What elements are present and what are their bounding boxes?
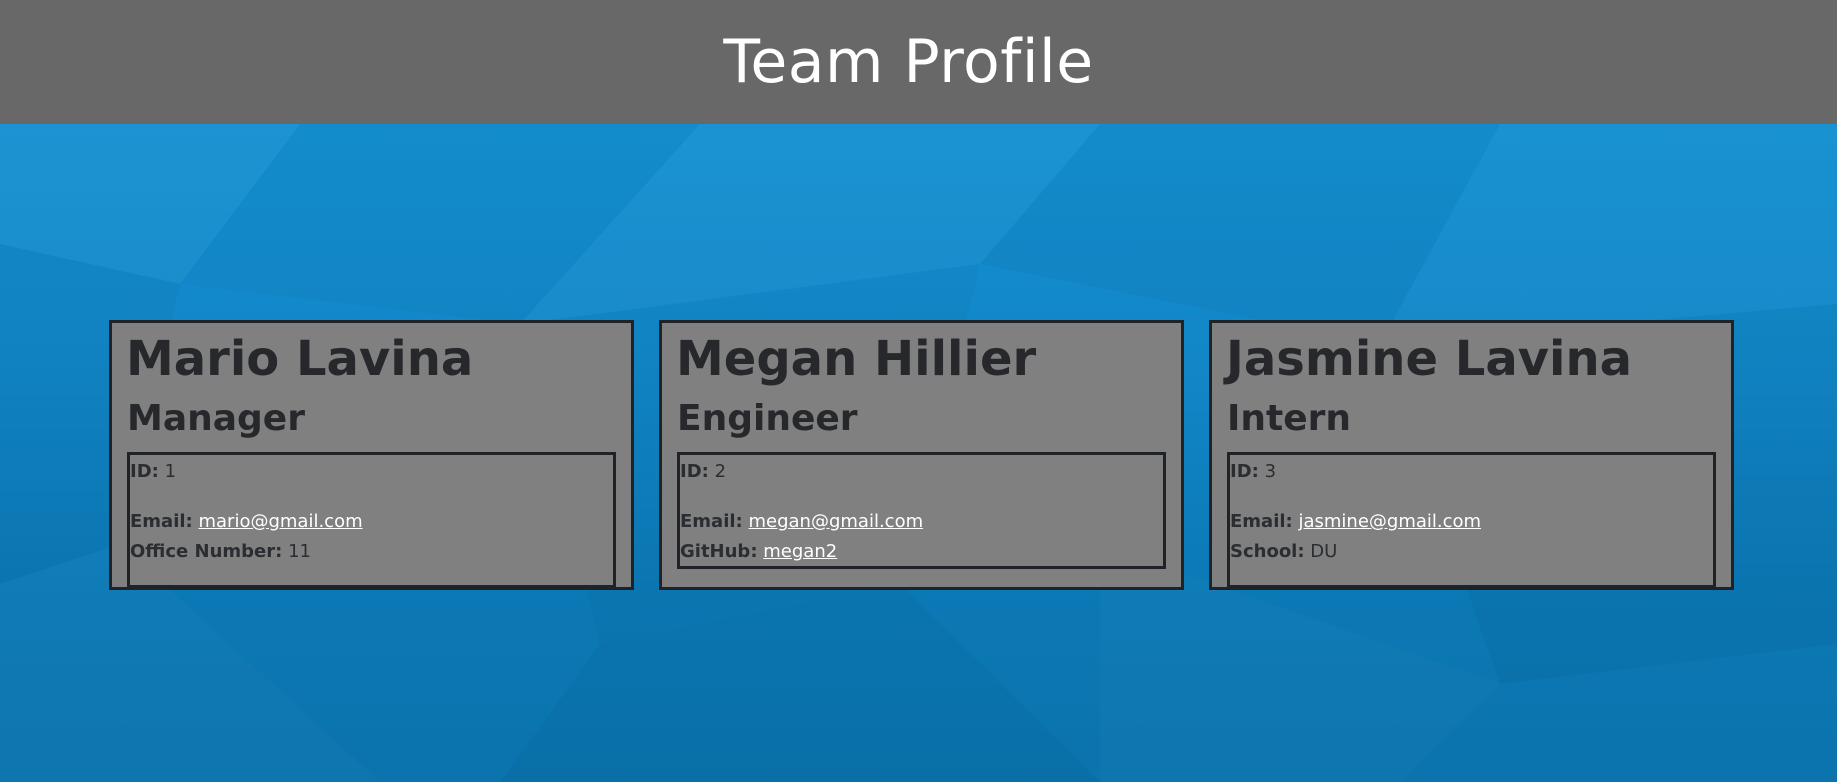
employee-card-intern: Jasmine Lavina Intern ID: 3 Email: jasmi… [1209,320,1734,590]
employee-office-number: Office Number: 11 [130,541,311,563]
employee-info-box: ID: 2 Email: megan@gmail.com GitHub: meg… [677,452,1166,569]
employee-school: School: DU [1230,541,1337,563]
id-value: 1 [164,461,177,482]
employee-card-engineer: Megan Hillier Engineer ID: 2 Email: mega… [659,320,1184,590]
employee-id: ID: 3 [1230,461,1276,483]
employee-email: Email: mario@gmail.com [130,511,363,533]
employee-info-box: ID: 3 Email: jasmine@gmail.com School: D… [1227,452,1716,588]
office-number-label: Office Number: [130,541,283,562]
employee-name: Mario Lavina [126,331,474,387]
employee-name: Megan Hillier [676,331,1037,387]
email-label: Email: [130,511,193,532]
id-label: ID: [680,461,709,482]
employee-github: GitHub: megan2 [680,541,837,563]
email-link[interactable]: megan@gmail.com [748,511,923,532]
employee-role: Manager [127,398,305,439]
employee-email: Email: jasmine@gmail.com [1230,511,1481,533]
school-label: School: [1230,541,1305,562]
id-label: ID: [130,461,159,482]
employee-role: Engineer [677,398,858,439]
email-link[interactable]: jasmine@gmail.com [1298,511,1481,532]
employee-email: Email: megan@gmail.com [680,511,923,533]
office-number-value: 11 [288,541,311,562]
page-title: Team Profile [723,27,1094,97]
page-header: Team Profile [0,0,1837,124]
employee-id: ID: 1 [130,461,176,483]
employee-name: Jasmine Lavina [1226,331,1633,387]
email-label: Email: [680,511,743,532]
github-link[interactable]: megan2 [763,541,837,562]
id-value: 2 [714,461,727,482]
employee-role: Intern [1227,398,1352,439]
employee-info-box: ID: 1 Email: mario@gmail.com Office Numb… [127,452,616,588]
github-label: GitHub: [680,541,758,562]
email-link[interactable]: mario@gmail.com [198,511,362,532]
id-label: ID: [1230,461,1259,482]
email-label: Email: [1230,511,1293,532]
id-value: 3 [1264,461,1277,482]
employee-id: ID: 2 [680,461,726,483]
employee-card-manager: Mario Lavina Manager ID: 1 Email: mario@… [109,320,634,590]
school-value: DU [1310,541,1338,562]
